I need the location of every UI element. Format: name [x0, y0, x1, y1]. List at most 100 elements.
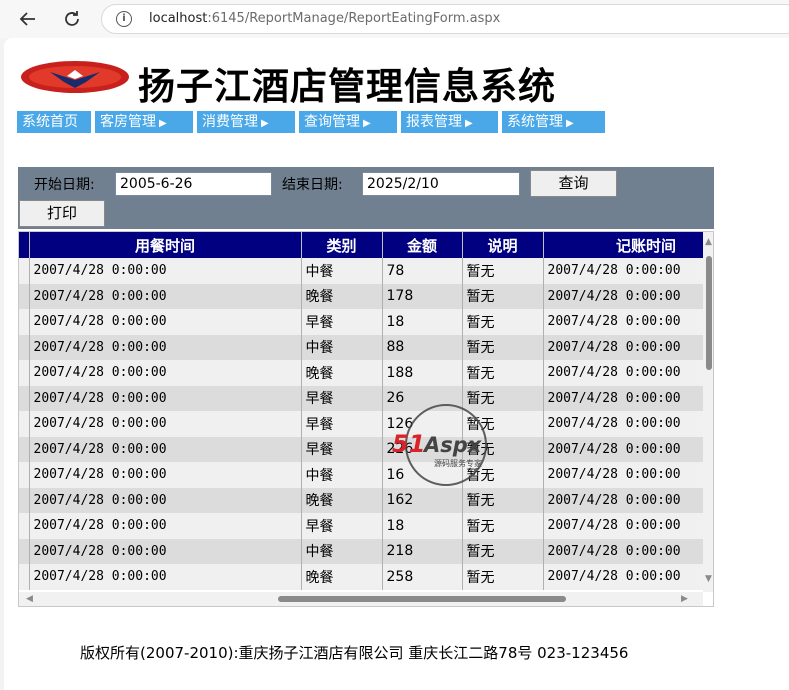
vertical-scrollbar[interactable]: ▲ ▼ — [703, 232, 713, 592]
cell-category: 晚餐 — [301, 564, 383, 590]
cell-category: 晚餐 — [301, 283, 383, 309]
menu-item-query[interactable]: 查询管理 ▶ — [299, 111, 401, 133]
table-row[interactable]: 2007/4/28 0:00:00 中餐 88 暂无 2007/4/28 0:00:00 — [19, 334, 703, 360]
table-row[interactable]: 2007/4/28 0:00:00 早餐 226 暂无 2007/4/28 0:00:0… — [19, 436, 703, 462]
row-selector[interactable] — [19, 538, 30, 564]
table-row[interactable]: 2007/4/28 0:00:00 早餐 18 暂无 2007/4/28 0:00:00 — [19, 513, 703, 539]
end-date-label: 结束日期: — [282, 177, 343, 193]
footer-copyright: 版权所有(2007-2010):重庆扬子江酒店有限公司 重庆长江二路78号 02… — [80, 644, 629, 662]
cell-note: 暂无 — [462, 283, 544, 309]
table-row[interactable]: 2007/4/28 0:00:00 早餐 18 暂无 2007/4/28 0:00:00 — [19, 309, 703, 335]
search-button[interactable]: 查询 — [530, 170, 617, 197]
row-selector[interactable] — [19, 564, 30, 590]
scroll-down-icon[interactable]: ▼ — [705, 574, 712, 584]
start-date-label: 开始日期: — [34, 177, 95, 193]
cell-record-time: 2007/4/28 0:00:00 — [543, 436, 703, 462]
data-table: 用餐时间 类别 金额 说明 记账时间 2007/4/28 0:00:00 中餐 78… — [19, 232, 703, 590]
table-header-row: 用餐时间 类别 金额 说明 记账时间 — [19, 232, 703, 258]
cell-amount: 88 — [382, 334, 463, 360]
cell-meal-time: 2007/4/28 0:00:00 — [29, 411, 302, 437]
cell-note: 暂无 — [462, 436, 544, 462]
cell-record-time: 2007/4/28 0:00:00 — [543, 513, 703, 539]
caret-right-icon: ▶ — [159, 118, 167, 129]
table-row[interactable]: 2007/4/28 0:00:00 晚餐 162 暂无 2007/4/28 0:00:0… — [19, 487, 703, 513]
cell-meal-time: 2007/4/28 0:00:00 — [29, 258, 302, 284]
row-selector[interactable] — [19, 309, 30, 335]
menu-item-consumption[interactable]: 消费管理 ▶ — [197, 111, 299, 133]
cell-note: 暂无 — [462, 564, 544, 590]
menu-item-reports[interactable]: 报表管理 ▶ — [401, 111, 502, 133]
cell-record-time: 2007/4/28 0:00:00 — [543, 334, 703, 360]
table-row[interactable]: 2007/4/28 0:00:00 中餐 218 暂无 2007/4/28 0:00:0… — [19, 538, 703, 564]
cell-amount: 26 — [382, 385, 463, 411]
back-button[interactable] — [15, 6, 41, 32]
cell-record-time: 2007/4/28 0:00:00 — [543, 411, 703, 437]
row-selector[interactable] — [19, 462, 30, 488]
cell-record-time: 2007/4/28 0:00:00 — [543, 385, 703, 411]
cell-meal-time: 2007/4/28 0:00:00 — [29, 564, 302, 590]
info-icon[interactable]: i — [116, 11, 132, 27]
print-button[interactable]: 打印 — [19, 200, 105, 227]
cell-category: 早餐 — [301, 309, 383, 335]
cell-record-time: 2007/4/28 0:00:00 — [543, 283, 703, 309]
cell-category: 中餐 — [301, 334, 383, 360]
cell-note: 暂无 — [462, 360, 544, 386]
scroll-right-icon[interactable]: ▶ — [681, 594, 688, 604]
cell-amount: 226 — [382, 436, 463, 462]
start-date-input[interactable]: 2005-6-26 — [115, 172, 272, 196]
site-title: 扬子江酒店管理信息系统 — [138, 65, 556, 108]
vertical-scroll-thumb[interactable] — [706, 256, 712, 370]
row-selector[interactable] — [19, 385, 30, 411]
hotel-logo — [21, 61, 129, 93]
cell-note: 暂无 — [462, 538, 544, 564]
row-selector[interactable] — [19, 334, 30, 360]
column-header-note[interactable]: 说明 — [462, 232, 544, 258]
cell-record-time: 2007/4/28 0:00:00 — [543, 360, 703, 386]
cell-amount: 18 — [382, 513, 463, 539]
cell-meal-time: 2007/4/28 0:00:00 — [29, 283, 302, 309]
menu-item-system[interactable]: 系统管理 ▶ — [502, 111, 605, 133]
cell-meal-time: 2007/4/28 0:00:00 — [29, 309, 302, 335]
row-selector[interactable] — [19, 360, 30, 386]
cell-record-time: 2007/4/28 0:00:00 — [543, 487, 703, 513]
cell-category: 晚餐 — [301, 360, 383, 386]
cell-category: 中餐 — [301, 258, 383, 284]
cell-meal-time: 2007/4/28 0:00:00 — [29, 436, 302, 462]
table-row[interactable]: 2007/4/28 0:00:00 中餐 16 暂无 2007/4/28 0:00:00 — [19, 462, 703, 488]
address-bar[interactable]: i localhost:6145/ReportManage/ReportEati… — [101, 4, 789, 34]
reload-button[interactable] — [59, 6, 85, 32]
cell-meal-time: 2007/4/28 0:00:00 — [29, 538, 302, 564]
cell-note: 暂无 — [462, 309, 544, 335]
table-row[interactable]: 2007/4/28 0:00:00 晚餐 258 暂无 2007/4/28 0:00:0… — [19, 564, 703, 590]
cell-record-time: 2007/4/28 0:00:00 — [543, 309, 703, 335]
cell-record-time: 2007/4/28 0:00:00 — [543, 258, 703, 284]
row-selector-header — [19, 232, 30, 258]
row-selector[interactable] — [19, 258, 30, 284]
table-row[interactable]: 2007/4/28 0:00:00 晚餐 188 暂无 2007/4/28 0:00:0… — [19, 360, 703, 386]
menu-item-home[interactable]: 系统首页 — [17, 111, 95, 133]
cell-amount: 18 — [382, 309, 463, 335]
row-selector[interactable] — [19, 513, 30, 539]
scroll-up-icon[interactable]: ▲ — [705, 237, 712, 247]
row-selector[interactable] — [19, 487, 30, 513]
url-text[interactable]: localhost:6145/ReportManage/ReportEating… — [149, 11, 500, 26]
scroll-left-icon[interactable]: ◀ — [26, 594, 33, 604]
column-header-meal-time[interactable]: 用餐时间 — [29, 232, 302, 258]
column-header-record-time[interactable]: 记账时间 — [543, 232, 703, 258]
cell-amount: 258 — [382, 564, 463, 590]
horizontal-scrollbar[interactable]: ◀ ▶ — [19, 592, 703, 606]
end-date-input[interactable]: 2025/2/10 — [362, 172, 520, 196]
cell-note: 暂无 — [462, 385, 544, 411]
cell-record-time: 2007/4/28 0:00:00 — [543, 462, 703, 488]
column-header-amount[interactable]: 金额 — [382, 232, 463, 258]
table-row[interactable]: 2007/4/28 0:00:00 早餐 26 暂无 2007/4/28 0:00:00 — [19, 385, 703, 411]
row-selector[interactable] — [19, 436, 30, 462]
row-selector[interactable] — [19, 411, 30, 437]
column-header-category[interactable]: 类别 — [301, 232, 383, 258]
table-row[interactable]: 2007/4/28 0:00:00 早餐 126 暂无 2007/4/28 0:00:0… — [19, 411, 703, 437]
table-row[interactable]: 2007/4/28 0:00:00 中餐 78 暂无 2007/4/28 0:00:00 — [19, 258, 703, 284]
table-row[interactable]: 2007/4/28 0:00:00 晚餐 178 暂无 2007/4/28 0:00:0… — [19, 283, 703, 309]
menu-item-rooms[interactable]: 客房管理 ▶ — [95, 111, 197, 133]
horizontal-scroll-thumb[interactable] — [278, 596, 566, 602]
row-selector[interactable] — [19, 283, 30, 309]
